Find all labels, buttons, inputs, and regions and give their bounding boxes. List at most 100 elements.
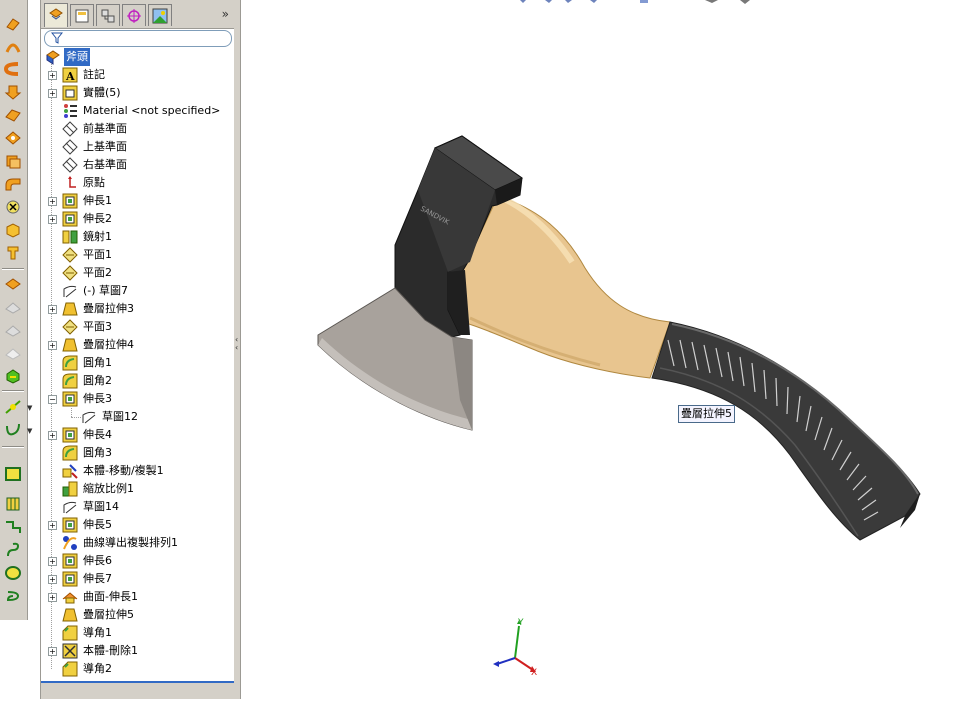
expand-icon[interactable]: +: [48, 575, 57, 584]
tree-item[interactable]: − 伸長3: [41, 390, 235, 408]
expand-icon[interactable]: +: [48, 197, 57, 206]
tree-item[interactable]: + 疊層拉伸4: [41, 336, 235, 354]
tree-item[interactable]: + 伸長7: [41, 570, 235, 588]
revolved-boss-icon[interactable]: [4, 38, 22, 54]
chevron-down-icon[interactable]: ▼: [27, 404, 32, 412]
surface-extrude-icon: [62, 592, 78, 604]
rib-icon[interactable]: [4, 245, 22, 261]
tree-item[interactable]: 導角2: [41, 660, 235, 678]
tree-item[interactable]: 上基準面: [41, 138, 235, 156]
expand-icon[interactable]: +: [48, 341, 57, 350]
hole-wizard-icon[interactable]: [4, 130, 22, 146]
delete-face-icon[interactable]: [4, 199, 22, 215]
tree-item[interactable]: 平面1: [41, 246, 235, 264]
tree-item[interactable]: 導角1: [41, 624, 235, 642]
spiral-icon[interactable]: [4, 588, 22, 604]
expand-icon[interactable]: +: [48, 593, 57, 602]
part-name: 斧頭: [64, 48, 90, 66]
tree-item[interactable]: 疊層拉伸5: [41, 606, 235, 624]
collapse-icon[interactable]: −: [48, 395, 57, 404]
tree-item[interactable]: + 實體(5): [41, 84, 235, 102]
expand-icon[interactable]: +: [48, 71, 57, 80]
tree-item[interactable]: (-) 草圖7: [41, 282, 235, 300]
tree-item[interactable]: + A 註記: [41, 66, 235, 84]
tree-item[interactable]: 圓角2: [41, 372, 235, 390]
panel-splitter[interactable]: ‹ ‹: [234, 0, 241, 699]
tree-item[interactable]: 原點: [41, 174, 235, 192]
annotations-icon: A: [62, 67, 78, 83]
plane-icon: [62, 121, 78, 137]
tab-display-manager[interactable]: [148, 4, 172, 26]
tree-item[interactable]: 平面3: [41, 318, 235, 336]
extruded-surface-icon[interactable]: [4, 466, 22, 482]
collapse-arrows-icon[interactable]: ‹ ‹: [235, 336, 239, 360]
tree-item[interactable]: 鏡射1: [41, 228, 235, 246]
tree-item[interactable]: 圓角1: [41, 354, 235, 372]
planar-surface-icon[interactable]: [4, 496, 22, 512]
tree-item-label: 疊層拉伸3: [83, 302, 134, 315]
composite-curve-icon[interactable]: [4, 565, 22, 581]
tree-item[interactable]: + 伸長1: [41, 192, 235, 210]
tree-filter-field[interactable]: [44, 30, 232, 47]
lofted-boss-icon[interactable]: [4, 84, 22, 100]
expand-icon[interactable]: +: [48, 557, 57, 566]
curves-icon[interactable]: [4, 422, 22, 438]
tree-root[interactable]: 斧頭: [41, 48, 235, 66]
expand-icon[interactable]: +: [48, 647, 57, 656]
move-body-icon: [62, 464, 78, 479]
tree-item[interactable]: Material <not specified>: [41, 102, 235, 120]
tree-item[interactable]: 本體-移動/複製1: [41, 462, 235, 480]
tree-item[interactable]: 草圖12: [41, 408, 235, 426]
tree-item-label: 平面1: [83, 248, 112, 261]
tab-dimxpert-manager[interactable]: [122, 4, 146, 26]
tree-item[interactable]: + 本體-刪除1: [41, 642, 235, 660]
cut-icon[interactable]: [4, 107, 22, 123]
axe-model[interactable]: SANDVIK: [241, 0, 961, 699]
intersect-icon[interactable]: [4, 368, 22, 384]
tab-configuration-manager[interactable]: [96, 4, 120, 26]
shell-icon[interactable]: [4, 153, 22, 169]
tree-item[interactable]: 平面2: [41, 264, 235, 282]
feature-tree-icon: [49, 8, 63, 20]
tree-item[interactable]: + 疊層拉伸3: [41, 300, 235, 318]
tree-item[interactable]: 圓角3: [41, 444, 235, 462]
extrude-icon: [62, 193, 78, 209]
tab-property-manager[interactable]: [70, 4, 94, 26]
fillet-icon: [62, 373, 78, 389]
tree-item[interactable]: + 伸長4: [41, 426, 235, 444]
tree-item-label: 伸長4: [83, 428, 112, 441]
chevron-down-icon[interactable]: ▼: [27, 427, 32, 435]
expand-icon[interactable]: +: [48, 305, 57, 314]
part-icon: [46, 50, 60, 65]
expand-icon[interactable]: +: [48, 431, 57, 440]
expand-icon[interactable]: +: [48, 521, 57, 530]
expand-icon[interactable]: +: [48, 89, 57, 98]
tree-item[interactable]: 縮放比例1: [41, 480, 235, 498]
dome-disabled-icon: [4, 299, 22, 315]
expand-panel-icon[interactable]: »: [222, 7, 229, 21]
draft-icon[interactable]: [4, 276, 22, 292]
fillet-tool-icon[interactable]: [4, 176, 22, 192]
tree-item[interactable]: + 伸長2: [41, 210, 235, 228]
tree-item[interactable]: + 伸長5: [41, 516, 235, 534]
helix-icon[interactable]: [4, 542, 22, 558]
tree-item[interactable]: 右基準面: [41, 156, 235, 174]
split-line-icon[interactable]: [4, 519, 22, 535]
extruded-boss-icon[interactable]: [4, 15, 22, 31]
reference-geometry-icon[interactable]: [4, 399, 22, 415]
box-icon[interactable]: [4, 222, 22, 238]
tree-item[interactable]: 草圖14: [41, 498, 235, 516]
tree-item-label: 圓角3: [83, 446, 112, 459]
extrude-icon: [62, 553, 78, 569]
expand-icon[interactable]: +: [48, 215, 57, 224]
tree-item[interactable]: + 伸長6: [41, 552, 235, 570]
tab-feature-manager[interactable]: [44, 3, 68, 27]
tree-item[interactable]: 前基準面: [41, 120, 235, 138]
swept-boss-icon[interactable]: [3, 61, 22, 77]
tree-item[interactable]: 曲線導出複製排列1: [41, 534, 235, 552]
tree-item[interactable]: + 曲面-伸長1: [41, 588, 235, 606]
panel-footer: [41, 683, 235, 699]
graphics-area[interactable]: SANDVIK 疊層拉伸5 Y X: [241, 0, 961, 699]
tree-item-label: 草圖12: [102, 410, 138, 423]
tree-item-label: Material <not specified>: [83, 104, 221, 117]
